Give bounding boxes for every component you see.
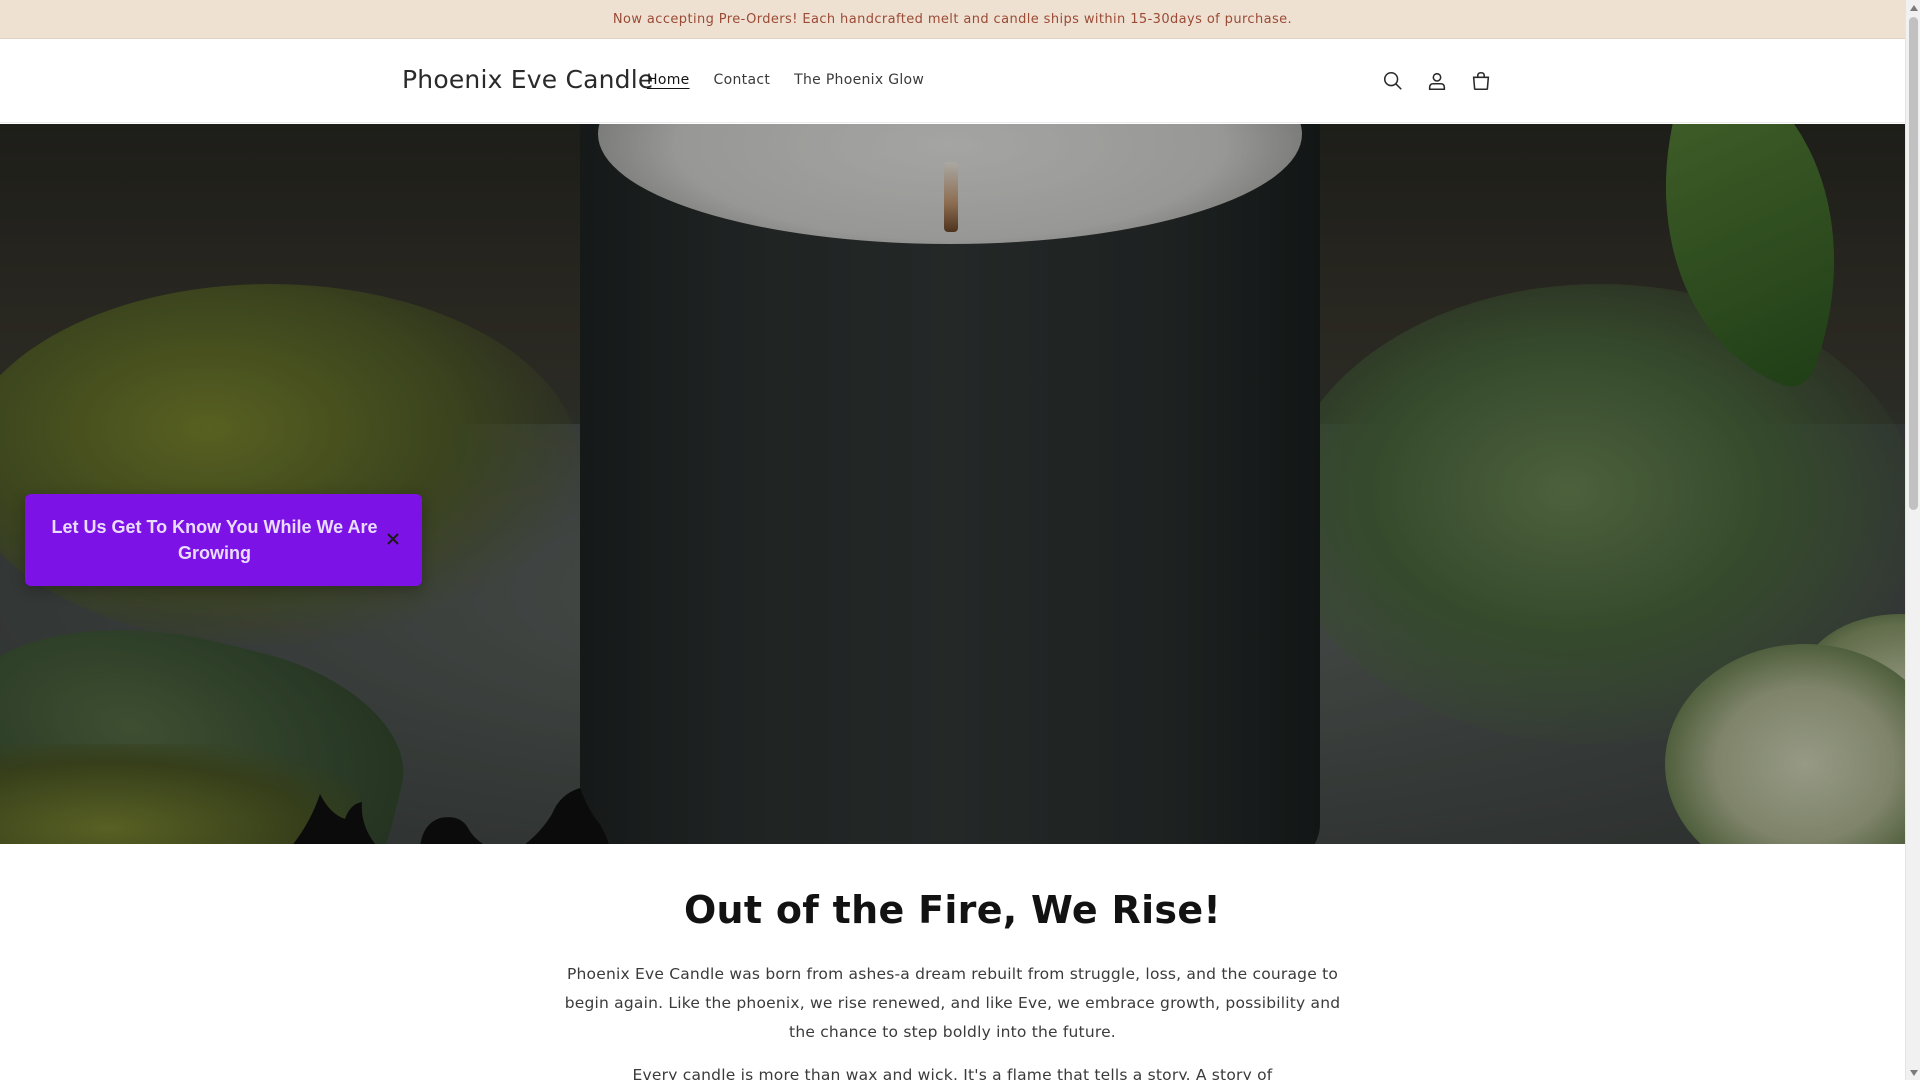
announcement-bar: Now accepting Pre-Orders! Each handcraft…: [0, 0, 1905, 39]
hero-overlay: [0, 124, 1905, 844]
scroll-down-arrow-icon[interactable]: [1906, 1065, 1920, 1080]
site-header: Phoenix Eve Candle Home Contact The Phoe…: [0, 39, 1905, 123]
nav-home[interactable]: Home: [647, 72, 690, 88]
main-content: Out of the Fire, We Rise! Phoenix Eve Ca…: [0, 844, 1905, 1080]
header-icons: [1380, 68, 1494, 94]
scrollbar-thumb[interactable]: [1909, 17, 1918, 510]
scroll-up-arrow-icon[interactable]: [1906, 0, 1920, 15]
phoenix-logo-icon: [293, 788, 609, 844]
brand-logo-text[interactable]: Phoenix Eve Candle: [402, 65, 653, 94]
account-icon[interactable]: [1424, 68, 1450, 94]
signup-popup[interactable]: Let Us Get To Know You While We Are Grow…: [25, 494, 422, 586]
popup-text[interactable]: Let Us Get To Know You While We Are Grow…: [50, 514, 380, 566]
page-headline: Out of the Fire, We Rise!: [683, 888, 1222, 932]
page-viewport: Now accepting Pre-Orders! Each handcraft…: [0, 0, 1905, 1080]
hero-banner-image: [0, 124, 1905, 844]
nav-contact[interactable]: Contact: [714, 72, 771, 88]
nav-the-phoenix-glow[interactable]: The Phoenix Glow: [794, 72, 924, 88]
search-icon[interactable]: [1380, 68, 1406, 94]
close-icon[interactable]: [382, 528, 404, 550]
page-scrollbar[interactable]: [1905, 0, 1920, 1080]
cart-icon[interactable]: [1468, 68, 1494, 94]
intro-paragraph: Phoenix Eve Candle was born from ashes-a…: [564, 965, 1341, 1041]
announcement-text: Now accepting Pre-Orders! Each handcraft…: [612, 11, 1293, 27]
story-paragraph: Every candle is more than wax and wick. …: [632, 1066, 1273, 1080]
main-nav: Home Contact The Phoenix Glow: [647, 72, 924, 88]
